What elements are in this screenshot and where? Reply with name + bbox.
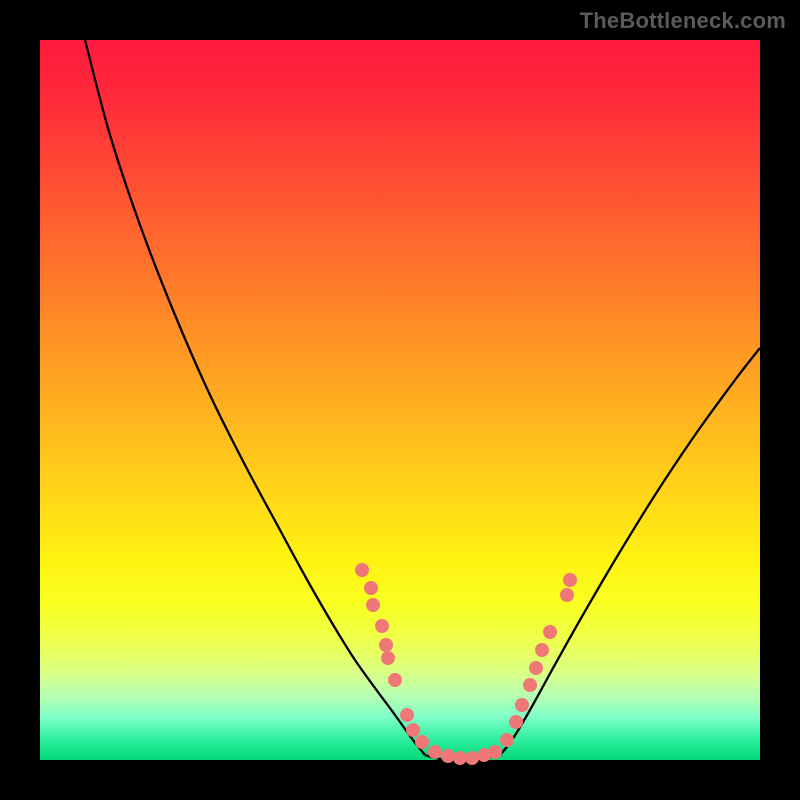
chart-svg	[40, 40, 760, 760]
data-point	[515, 698, 529, 712]
data-points	[355, 563, 577, 765]
curve-left	[85, 40, 425, 755]
chart-container: TheBottleneck.com	[0, 0, 800, 800]
data-point	[406, 723, 420, 737]
data-point	[453, 751, 467, 765]
data-point	[465, 751, 479, 765]
data-point	[364, 581, 378, 595]
data-point	[400, 708, 414, 722]
data-point	[560, 588, 574, 602]
data-point	[379, 638, 393, 652]
data-point	[488, 745, 502, 759]
data-point	[415, 735, 429, 749]
data-point	[500, 733, 514, 747]
data-point	[529, 661, 543, 675]
data-point	[509, 715, 523, 729]
data-point	[388, 673, 402, 687]
data-point	[523, 678, 537, 692]
data-point	[563, 573, 577, 587]
watermark-text: TheBottleneck.com	[580, 8, 786, 34]
data-point	[441, 749, 455, 763]
data-point	[543, 625, 557, 639]
plot-area	[40, 40, 760, 760]
data-point	[375, 619, 389, 633]
data-point	[355, 563, 369, 577]
data-point	[428, 745, 442, 759]
data-point	[535, 643, 549, 657]
data-point	[366, 598, 380, 612]
curve-right	[500, 348, 760, 755]
data-point	[381, 651, 395, 665]
